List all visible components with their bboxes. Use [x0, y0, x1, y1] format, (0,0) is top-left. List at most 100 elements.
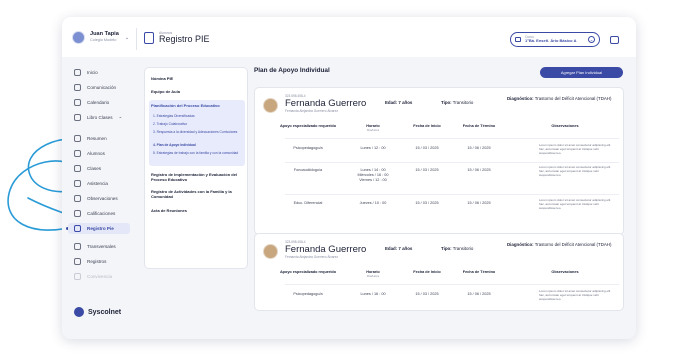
sidebar-item-label: Alumnos — [87, 150, 105, 156]
subnav-item-actividades[interactable]: Registro de Actividades con la Familia y… — [151, 189, 243, 199]
cell-inicio: 15 / 03 / 2025 — [415, 292, 439, 296]
app-window: Juan Tapia Colegio Modelo ⌄ Alumnos Regi… — [62, 17, 636, 339]
subnav-item-equipo[interactable]: Equipo de Aula — [151, 89, 243, 94]
diagnosis-label: Diagnóstico: — [507, 242, 534, 247]
cell-apoyo: Educ. Diferencial — [293, 201, 323, 205]
grid-icon — [74, 134, 81, 142]
sidebar-item-comunicacion[interactable]: Comunicación — [74, 82, 116, 92]
column-header: Observaciones — [551, 270, 579, 274]
sidebar-item-inicio[interactable]: Inicio — [74, 67, 98, 77]
sidebar-item-label: Libro Clases — [87, 114, 113, 120]
column-header: Observaciones — [551, 124, 579, 128]
student-type: Tipo: Transitorio — [441, 100, 473, 105]
sidebar-item-calendario[interactable]: Calendario — [74, 97, 109, 107]
subnav-subitem[interactable]: 1. Estrategias Diversificadas — [153, 114, 241, 118]
type-value: Transitorio — [452, 246, 474, 251]
sidebar-item-label: Comunicación — [87, 84, 117, 90]
student-photo — [263, 244, 278, 259]
subnav-subitem[interactable]: 5. Estrategias de trabajo con la familia… — [153, 151, 241, 155]
divider — [285, 284, 619, 285]
sidebar-item-label: Inicio — [87, 69, 98, 75]
class-icon — [74, 164, 81, 172]
chevron-down-icon[interactable]: ⌄ — [119, 114, 123, 120]
sidebar-item-libro-clases[interactable]: Libro Clases ⌄ — [74, 112, 122, 122]
column-header: Fecha de Término — [462, 124, 496, 128]
sidebar-item-calificaciones[interactable]: Calificaciones — [74, 208, 115, 218]
course-selector[interactable]: Curso 1°Bá. Enseñ. Ário Básico A ⌄ — [510, 32, 600, 47]
column-header: Fecha de Inicio — [413, 124, 441, 128]
sidebar-item-label: Registro Pie — [87, 226, 114, 231]
sidebar-item-resumen[interactable]: Resumen — [74, 133, 107, 143]
eye-icon — [74, 194, 81, 202]
sidebar-item-label: Registros — [87, 258, 107, 264]
avatar — [72, 31, 85, 44]
printer-icon[interactable] — [610, 36, 619, 44]
cell-horario: Lunes / 14 : 00 Miércoles / 16 : 00 Vier… — [357, 168, 389, 183]
subnav-subitem-active[interactable]: 4. Plan de Apoyo Individual — [153, 143, 241, 147]
cell-termino: 15 / 06 / 2025 — [467, 292, 491, 296]
top-bar: Juan Tapia Colegio Modelo ⌄ Alumnos Regi… — [62, 17, 636, 57]
cell-observaciones: Lorem ipsum dolor sit amet consectetur a… — [539, 289, 611, 301]
cell-inicio: 15 / 03 / 2025 — [415, 168, 439, 172]
column-header: Horario Día/Hora — [355, 270, 391, 278]
sidebar-item-convivencia[interactable]: Convivencia — [74, 271, 112, 281]
sidebar-item-transversales[interactable]: Transversales — [74, 241, 116, 251]
divider — [285, 194, 619, 195]
cell-termino: 15 / 06 / 2025 — [467, 146, 491, 150]
cell-horario: Jueves / 10 : 00 — [359, 201, 387, 205]
sidebar-item-label: Transversales — [87, 243, 116, 249]
student-card: 323.698.458-4 Fernanda Guerrero Fernanda… — [254, 87, 624, 235]
subnav-item-nomina[interactable]: Nómina PIE — [151, 76, 243, 81]
sidebar-item-label: Clases — [87, 165, 102, 171]
subnav-item-acta[interactable]: Acta de Reuniones — [151, 208, 243, 213]
chevron-down-icon[interactable]: ⌄ — [588, 36, 595, 43]
brand-logo: Syscolnet — [74, 307, 121, 317]
book-icon — [74, 113, 81, 121]
register-icon — [144, 31, 154, 44]
subnav-subitem[interactable]: 2. Trabajo Colaborativo — [153, 122, 241, 126]
add-plan-button[interactable]: Agregar Plan Individual — [540, 67, 623, 78]
column-header: Fecha de Término — [462, 270, 496, 274]
section-title: Plan de Apoyo Individual — [254, 67, 330, 74]
student-age: Edad: 7 años — [385, 246, 413, 251]
subnav-item-implementacion[interactable]: Registro de Implementación y Evaluación … — [151, 172, 243, 182]
sidebar: Inicio Comunicación Calendario Libro Cla… — [62, 57, 138, 339]
cell-observaciones: Lorem ipsum dolor sit amet consectetur a… — [539, 165, 611, 177]
sidebar-item-label: Calendario — [87, 99, 110, 105]
sidebar-item-asistencia[interactable]: Asistencia — [74, 178, 108, 188]
cell-inicio: 15 / 03 / 2025 — [415, 201, 439, 205]
cell-termino: 15 / 06 / 2025 — [467, 201, 491, 205]
column-header: Fecha de Inicio — [413, 270, 441, 274]
attendance-icon — [74, 179, 81, 187]
student-card: 323.698.458-4 Fernanda Guerrero Fernanda… — [254, 233, 624, 311]
cell-apoyo: Psicopedagogo/a — [293, 292, 323, 296]
column-header: Horario Día/Hora — [355, 124, 391, 132]
user-menu[interactable]: Juan Tapia Colegio Modelo ⌄ — [72, 31, 129, 44]
course-value: 1°Bá. Enseñ. Ário Básico A — [525, 38, 577, 44]
diagnosis-value: Trastorno del Déficit Atencional (TDAH) — [534, 96, 612, 101]
student-diagnosis: Diagnóstico: Trastorno del Déficit Atenc… — [507, 242, 617, 247]
sidebar-item-registros[interactable]: Registros — [74, 256, 106, 266]
grades-icon — [74, 209, 81, 217]
subnav-subitem[interactable]: 3. Respuesta a la diversidad y Adecuacio… — [153, 130, 241, 134]
subnav-item-planificacion[interactable]: Planificación del Proceso Educativo — [151, 103, 243, 108]
sidebar-item-clases[interactable]: Clases — [74, 163, 101, 173]
course-icon — [515, 37, 521, 42]
student-photo — [263, 98, 278, 113]
chat-icon — [74, 83, 81, 91]
cell-termino: 15 / 06 / 2025 — [467, 168, 491, 172]
subnav-panel: Nómina PIE Equipo de Aula Planificación … — [144, 67, 248, 269]
sidebar-item-registro-pie[interactable]: Registro Pie — [68, 223, 130, 234]
sidebar-item-label: Calificaciones — [87, 210, 116, 216]
cell-observaciones: Lorem ipsum dolor sit amet consectetur a… — [539, 198, 611, 210]
divider — [285, 138, 619, 139]
column-header-sub: Día/Hora — [366, 127, 379, 132]
sidebar-item-label: Observaciones — [87, 195, 118, 201]
chevron-down-icon[interactable]: ⌄ — [125, 35, 129, 41]
sidebar-item-observaciones[interactable]: Observaciones — [74, 193, 118, 203]
sidebar-item-alumnos[interactable]: Alumnos — [74, 148, 105, 158]
diagnosis-value: Trastorno del Déficit Atencional (TDAH) — [534, 242, 612, 247]
type-label: Tipo: — [441, 246, 452, 251]
users-icon — [74, 149, 81, 157]
column-header: Apoyo especializado requerido — [279, 270, 337, 274]
